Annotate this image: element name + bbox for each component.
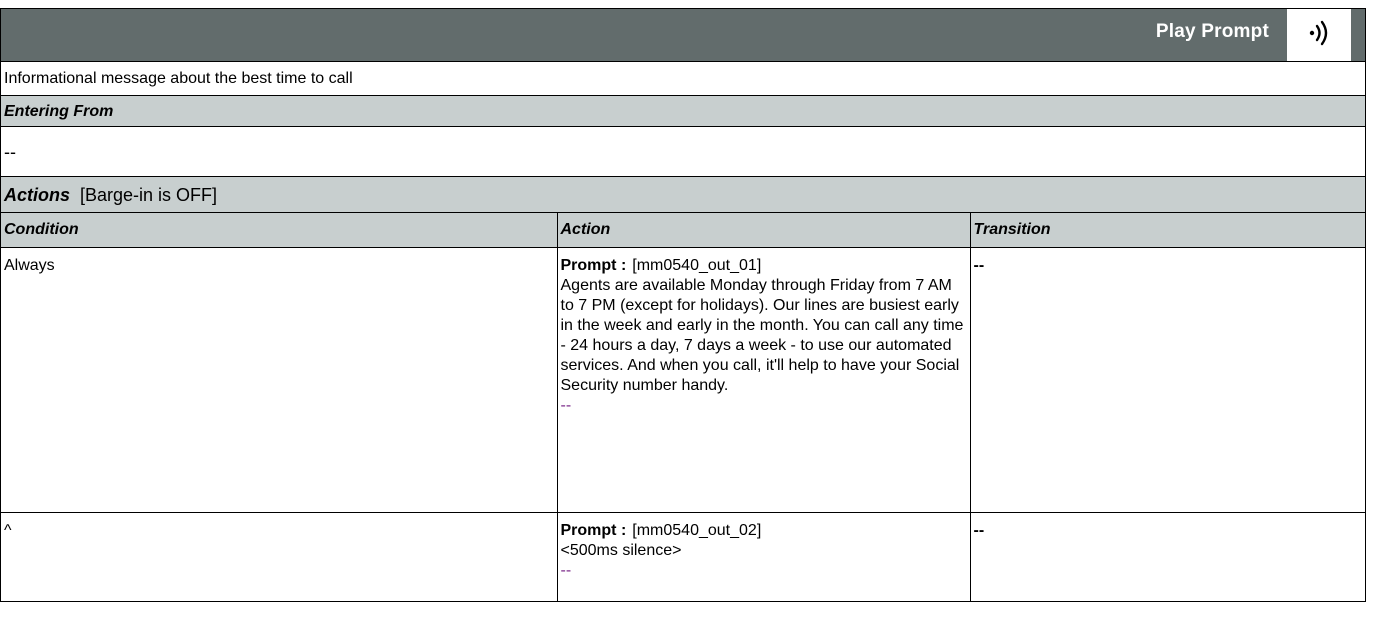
action-cell: Prompt : [mm0540_out_02] <500ms silence> … <box>557 512 971 602</box>
condition-cell: ^ <box>1 512 558 602</box>
entering-from-heading: Entering From <box>1 96 1365 127</box>
prompt-suffix: -- <box>560 397 572 414</box>
table-row: ^ Prompt : [mm0540_out_02] <500ms silence… <box>1 512 1365 602</box>
column-header-action: Action <box>557 213 971 248</box>
page-title: Play Prompt <box>1155 21 1269 42</box>
prompt-code: [mm0540_out_02] <box>632 522 762 539</box>
table-row: Always Prompt : [mm0540_out_01] Agents ar… <box>1 247 1365 513</box>
speaker-icon <box>1305 20 1333 51</box>
play-prompt-document: Play Prompt Informational message about … <box>0 8 1366 602</box>
prompt-text: <500ms silence> <box>560 542 682 559</box>
actions-title: Actions <box>4 185 71 205</box>
transition-cell: -- <box>970 247 1365 513</box>
actions-heading: Actions [Barge-in is OFF] <box>1 177 1365 213</box>
action-cell: Prompt : [mm0540_out_01] Agents are avail… <box>557 247 971 513</box>
prompt-code: [mm0540_out_01] <box>632 257 762 274</box>
barge-in-status: [Barge-in is OFF] <box>80 185 218 205</box>
column-header-condition: Condition <box>1 213 558 248</box>
actions-table: Condition Action Transition Always Promp… <box>1 213 1365 602</box>
transition-cell: -- <box>970 512 1365 602</box>
speaker-icon-box <box>1287 9 1351 61</box>
header-bar: Play Prompt <box>1 8 1365 62</box>
prompt-label: Prompt : <box>560 257 627 274</box>
prompt-text: Agents are available Monday through Frid… <box>560 277 964 394</box>
prompt-description: Informational message about the best tim… <box>1 62 1365 96</box>
page: Play Prompt Informational message about … <box>0 0 1380 619</box>
condition-cell: Always <box>1 247 558 513</box>
prompt-suffix: -- <box>560 562 572 579</box>
prompt-label: Prompt : <box>560 522 627 539</box>
entering-from-value: -- <box>1 127 1365 177</box>
column-header-transition: Transition <box>970 213 1365 248</box>
actions-table-header: Condition Action Transition <box>1 213 1365 248</box>
